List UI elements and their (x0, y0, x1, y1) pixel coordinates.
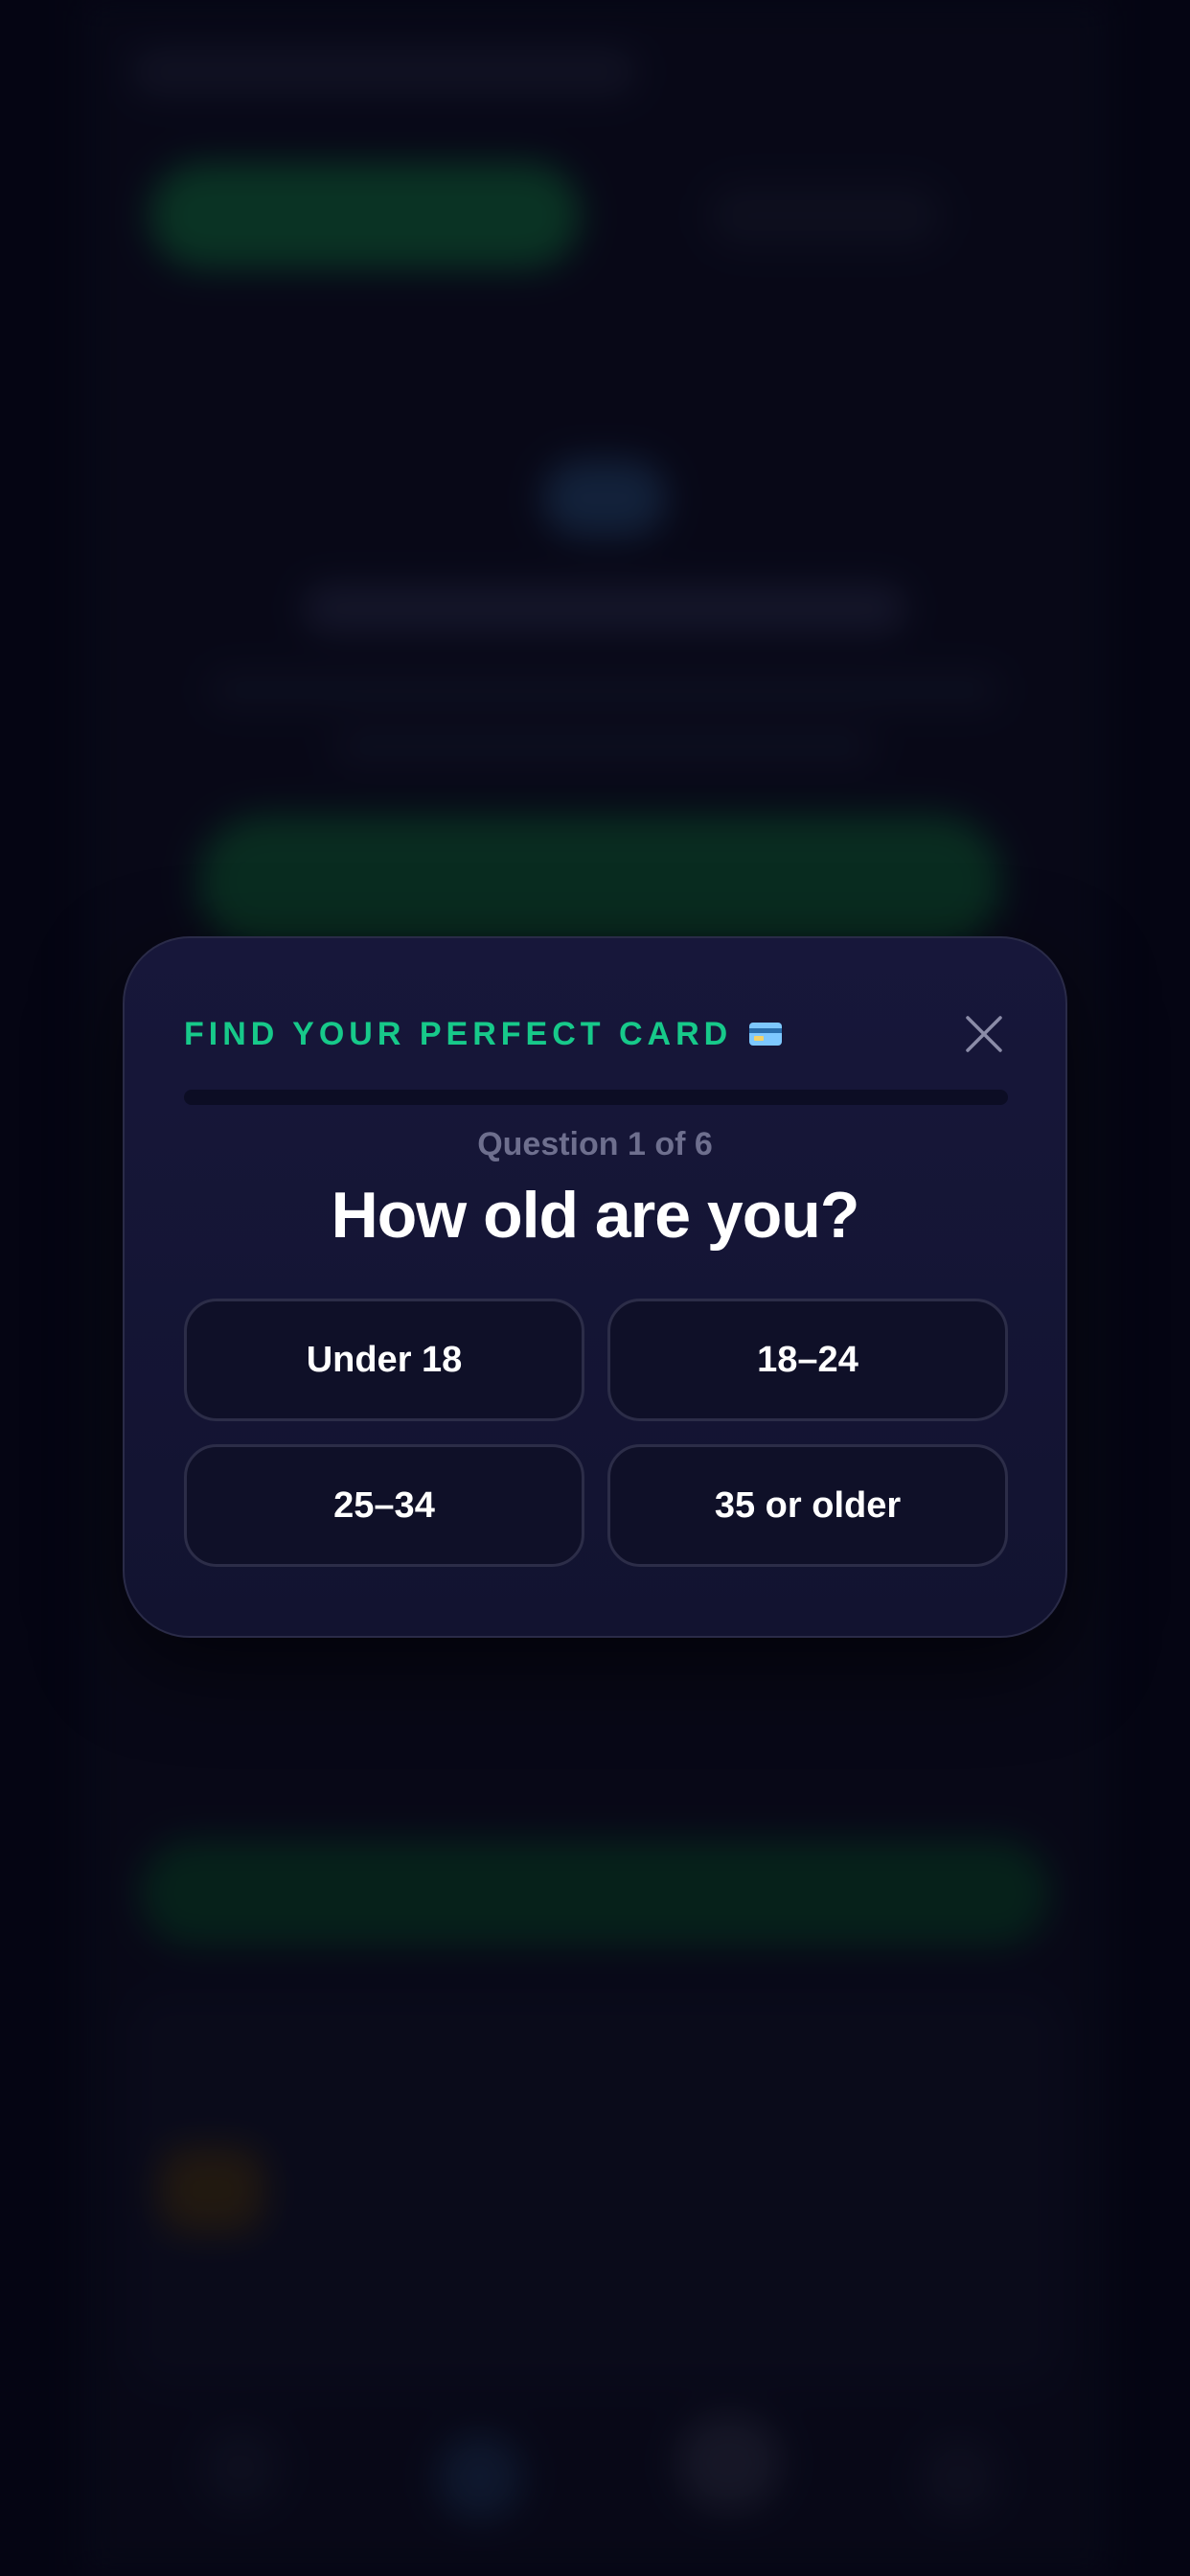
quiz-modal: FIND YOUR PERFECT CARD Question 1 of 6 H… (123, 936, 1067, 1638)
modal-header: FIND YOUR PERFECT CARD (184, 1009, 783, 1059)
credit-card-icon (749, 1023, 783, 1046)
screen: FIND YOUR PERFECT CARD Question 1 of 6 H… (0, 0, 1190, 2576)
modal-title: FIND YOUR PERFECT CARD (184, 1015, 733, 1052)
question-counter: Question 1 of 6 (477, 1126, 713, 1162)
close-button[interactable] (960, 1010, 1008, 1058)
option-25-34[interactable]: 25–34 (184, 1444, 584, 1567)
progress-bar (184, 1090, 1008, 1105)
option-35-or-older[interactable]: 35 or older (607, 1444, 1008, 1567)
close-icon (966, 1016, 1002, 1052)
option-under-18[interactable]: Under 18 (184, 1299, 584, 1421)
question-text: How old are you? (331, 1179, 860, 1252)
option-18-24[interactable]: 18–24 (607, 1299, 1008, 1421)
answer-options: Under 18 18–24 25–34 35 or older (184, 1299, 1008, 1567)
